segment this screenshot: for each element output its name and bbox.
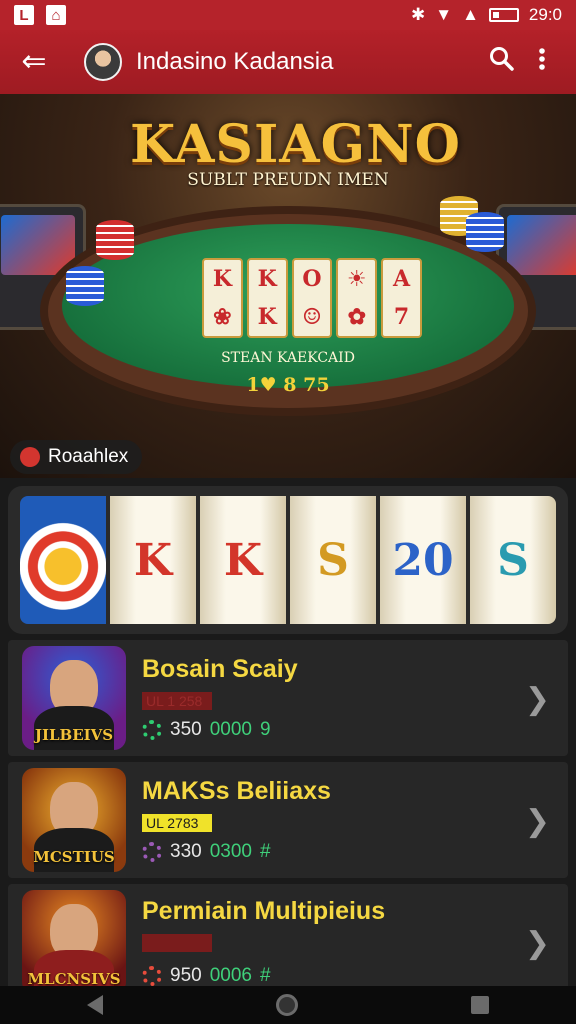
status-time: 29:0 [528,5,562,24]
home-notification-icon: ⌂ [46,5,66,25]
reel: 20 [380,496,466,624]
game-thumbnail: MLCNSIVS [22,890,126,994]
hero-logo: KASIAGNO [130,114,461,175]
gear-icon [142,842,162,862]
reel: S [470,496,556,624]
slot-reels-banner[interactable]: K K S 20 S [8,486,568,634]
table-caption: STEAN KAEKCAID [221,350,355,366]
list-item[interactable]: JILBEIVS Bosain Scaiy UL 1 258 350 0000 … [8,640,568,756]
system-nav-bar [0,986,576,1024]
gear-icon [142,966,162,986]
gear-icon [142,720,162,740]
reel: S [290,496,376,624]
notification-icon: L [14,5,34,25]
app-bar: ⇐ Indasino Kadansia [0,30,576,94]
badge-icon [20,447,40,467]
game-thumbnail: JILBEIVS [22,646,126,750]
chip-stack [96,220,134,260]
reel: K [200,496,286,624]
game-name: Bosain Scaiy [142,655,298,683]
hero-subtitle: SUBLT PREUDN IMEN [187,170,389,190]
status-bar: L ⌂ ✱ ▼ ▲ 29:0 [0,0,576,30]
table-value: 1♥ 8 75 [246,374,330,396]
game-tag: UL 1 258 [142,692,212,710]
list-item[interactable]: MCSTIUS MAKSs Beliiaxs UL 2783 330 0300 … [8,762,568,878]
game-thumbnail: MCSTIUS [22,768,126,872]
game-name: Permiain Multipieius [142,897,386,925]
bluetooth-icon: ✱ [411,5,426,24]
chevron-right-icon: ❯ [524,683,550,716]
game-tag: UL 2783 [142,814,212,832]
nav-recents-icon[interactable] [471,996,490,1014]
game-tag [142,934,212,952]
mini-reels: K ❀ KK O ☺ ☀ ✿ A7 [202,258,422,338]
hero-badge[interactable]: Roaahlex [10,440,143,474]
list-item[interactable]: MLCNSIVS Permiain Multipieius 950 0006 #… [8,884,568,1000]
reel: K [110,496,196,624]
chip-stack [66,266,104,306]
signal-icon: ▲ [462,5,479,24]
search-icon[interactable] [482,46,522,79]
back-arrow-icon[interactable]: ⇐ [14,47,54,77]
badge-label: Roaahlex [48,446,129,467]
battery-icon [488,8,519,22]
game-list: JILBEIVS Bosain Scaiy UL 1 258 350 0000 … [8,640,568,1006]
chip-stack [466,212,504,252]
wifi-icon: ▼ [435,5,453,24]
chevron-right-icon: ❯ [524,927,550,960]
more-vert-icon[interactable] [522,47,562,78]
nav-back-icon[interactable] [86,995,103,1015]
nav-home-icon[interactable] [275,994,298,1016]
page-title: Indasino Kadansia [136,48,334,75]
reel-sun [20,496,106,624]
chevron-right-icon: ❯ [524,805,550,838]
avatar[interactable] [84,43,122,81]
game-name: MAKSs Beliiaxs [142,777,331,805]
hero-banner[interactable]: KASIAGNO SUBLT PREUDN IMEN K ❀ KK O ☺ ☀ ✿ A… [0,94,576,478]
